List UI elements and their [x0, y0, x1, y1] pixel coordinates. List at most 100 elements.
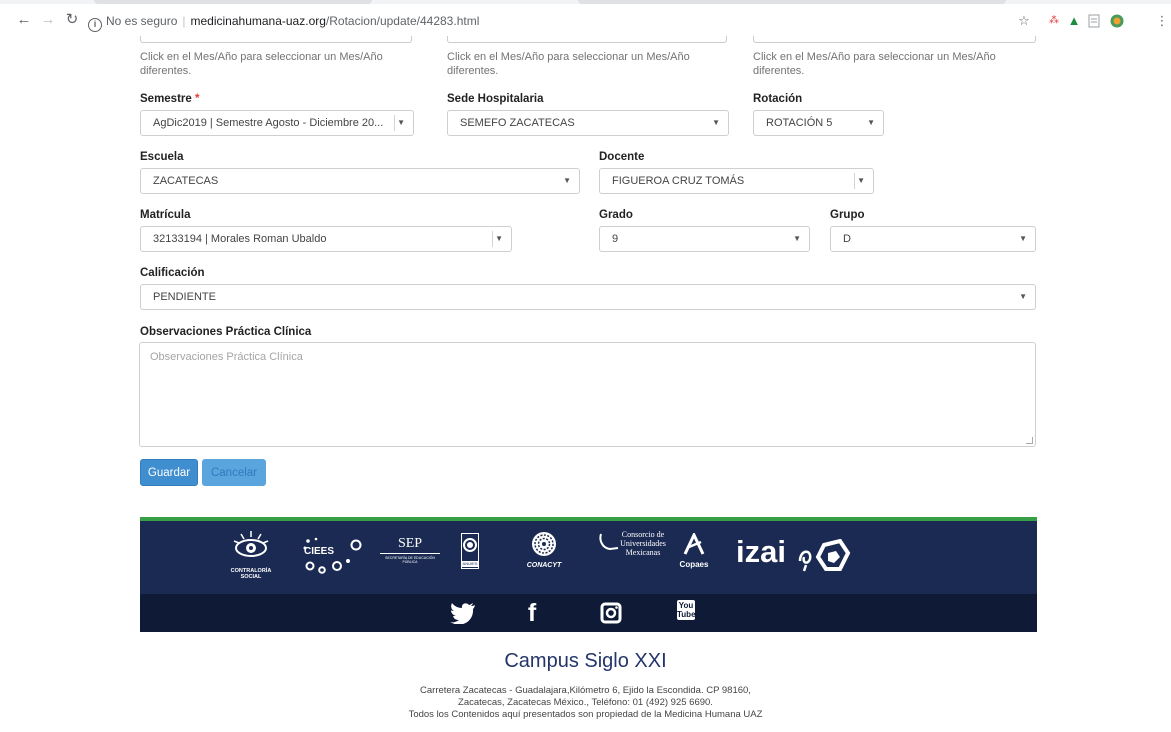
- cancel-button[interactable]: Cancelar: [202, 459, 266, 486]
- month-year-input-partial[interactable]: [753, 36, 1036, 43]
- browser-tab[interactable]: [578, 0, 1006, 4]
- back-icon[interactable]: ←: [16, 12, 32, 28]
- address-line: Carretera Zacatecas - Guadalajara,Kilóme…: [420, 685, 751, 696]
- izai-logo[interactable]: izai: [736, 535, 796, 569]
- instagram-icon[interactable]: [600, 602, 622, 624]
- divider: [380, 553, 440, 554]
- sep-logo[interactable]: SEP SECRETARÍA DE EDUCACIÓN PÚBLICA: [380, 537, 440, 564]
- grado-value: 9: [612, 233, 619, 245]
- sede-label: Sede Hospitalaria: [447, 93, 544, 105]
- chevron-down-icon: ▼: [867, 118, 875, 127]
- divider: |: [182, 14, 186, 28]
- footer-logos-bar: CONTRALORÍA SOCIAL CIEES SEP SECRETARÍA …: [140, 521, 1037, 594]
- izai-symbol-icon: [796, 538, 866, 573]
- docente-label: Docente: [599, 151, 645, 163]
- save-button[interactable]: Guardar: [140, 459, 198, 486]
- profile-avatar-icon[interactable]: [1110, 14, 1124, 28]
- sede-select[interactable]: SEMEFO ZACATECAS ▼: [447, 110, 729, 136]
- calificacion-label: Calificación: [140, 267, 205, 279]
- youtube-text: You Tube: [677, 600, 696, 620]
- month-year-input-partial[interactable]: [447, 36, 727, 43]
- help-text: Click en el Mes/Año para seleccionar un …: [447, 51, 690, 77]
- chevron-down-icon: ▼: [1019, 292, 1027, 301]
- star-icon[interactable]: ☆: [1017, 14, 1031, 28]
- divider: [854, 173, 855, 189]
- footer-social-bar: f You Tube: [140, 594, 1037, 632]
- chevron-down-icon: ▼: [857, 176, 865, 185]
- extension-icon[interactable]: ⁂: [1047, 14, 1061, 28]
- ciees-text: CIEES: [304, 546, 335, 557]
- browser-tab[interactable]: [94, 0, 372, 4]
- grado-select[interactable]: 9 ▼: [599, 226, 810, 252]
- address-line: Zacatecas, Zacatecas México., Teléfono: …: [458, 697, 713, 708]
- escuela-value: ZACATECAS: [153, 175, 219, 187]
- chevron-down-icon: ▼: [495, 234, 503, 243]
- cum-logo[interactable]: Consorcio de Universidades Mexicanas: [598, 530, 678, 566]
- help-text: Click en el Mes/Año para seleccionar un …: [753, 51, 996, 77]
- conacyt-logo[interactable]: CONACYT: [524, 531, 564, 570]
- drive-icon[interactable]: ▲: [1067, 14, 1081, 28]
- required-mark: *: [195, 93, 200, 105]
- twitter-icon[interactable]: [450, 602, 476, 625]
- facebook-icon[interactable]: f: [524, 599, 540, 627]
- sep-subtext: SECRETARÍA DE EDUCACIÓN PÚBLICA: [385, 556, 435, 564]
- grado-label: Grado: [599, 209, 633, 221]
- divider: [394, 115, 395, 131]
- semestre-value: AgDic2019 | Semestre Agosto - Diciembre …: [153, 117, 384, 129]
- forward-icon[interactable]: →: [40, 12, 56, 28]
- chevron-down-icon: ▼: [397, 118, 405, 127]
- escuela-label: Escuela: [140, 151, 184, 163]
- anuies-text: ANUIES: [462, 561, 478, 567]
- anuies-logo[interactable]: ANUIES: [461, 533, 479, 569]
- cum-text: Consorcio de Universidades Mexicanas: [620, 530, 666, 557]
- grupo-select[interactable]: D ▼: [830, 226, 1036, 252]
- chevron-down-icon: ▼: [563, 176, 571, 185]
- rotacion-label: Rotación: [753, 93, 803, 105]
- help-text: Click en el Mes/Año para seleccionar un …: [140, 51, 383, 77]
- youtube-icon[interactable]: You Tube: [677, 600, 696, 626]
- docente-value: FIGUEROA CRUZ TOMÁS: [612, 175, 745, 187]
- grupo-label: Grupo: [830, 209, 865, 221]
- copaes-text: Copaes: [679, 560, 709, 569]
- conacyt-text: CONACYT: [526, 562, 562, 569]
- chevron-down-icon: ▼: [1019, 234, 1027, 243]
- chevron-down-icon: ▼: [793, 234, 801, 243]
- divider: [492, 231, 493, 247]
- chevron-down-icon: ▼: [712, 118, 720, 127]
- observaciones-label: Observaciones Práctica Clínica: [140, 326, 312, 338]
- resize-handle-icon[interactable]: [1026, 437, 1033, 444]
- matricula-label: Matrícula: [140, 209, 191, 221]
- semestre-select[interactable]: AgDic2019 | Semestre Agosto - Diciembre …: [140, 110, 414, 136]
- sep-text: SEP: [397, 536, 423, 551]
- rotacion-select[interactable]: ROTACIÓN 5 ▼: [753, 110, 884, 136]
- month-year-input-partial[interactable]: [140, 36, 412, 43]
- security-label: No es seguro: [106, 14, 178, 28]
- copyright-text: Todos los Contenidos aquí presentados so…: [408, 709, 763, 720]
- matricula-value: 32133194 | Morales Roman Ubaldo: [153, 233, 327, 245]
- document-icon[interactable]: [1087, 14, 1101, 28]
- sede-value: SEMEFO ZACATECAS: [460, 117, 575, 129]
- address-bar[interactable]: i No es seguro | medicinahumana-uaz.org/Rot…: [88, 9, 1048, 33]
- campus-title: Campus Siglo XXI: [504, 650, 667, 672]
- docente-select[interactable]: FIGUEROA CRUZ TOMÁS ▼: [599, 168, 874, 194]
- info-icon[interactable]: i: [88, 18, 102, 32]
- calificacion-select[interactable]: PENDIENTE ▼: [140, 284, 1036, 310]
- url-path: /Rotacion/update/44283.html: [325, 14, 480, 28]
- contraloria-text: CONTRALORÍA SOCIAL: [230, 568, 272, 580]
- izai-text: izai: [736, 534, 786, 569]
- rotacion-value: ROTACIÓN 5: [766, 117, 833, 129]
- escuela-select[interactable]: ZACATECAS ▼: [140, 168, 580, 194]
- reload-icon[interactable]: ↻: [64, 12, 80, 28]
- copaes-logo[interactable]: Copaes: [676, 531, 712, 569]
- browser-toolbar: ← → ↻ i No es seguro | medicinahumana-uaz.o…: [0, 0, 1171, 36]
- contraloria-social-logo[interactable]: CONTRALORÍA SOCIAL: [226, 529, 276, 580]
- observaciones-placeholder: Observaciones Práctica Clínica: [150, 351, 303, 363]
- calificacion-value: PENDIENTE: [153, 291, 216, 303]
- grupo-value: D: [843, 233, 851, 245]
- menu-icon[interactable]: ⋮: [1155, 14, 1169, 28]
- url-host: medicinahumana-uaz.org: [190, 14, 326, 28]
- semestre-label: Semestre *: [140, 93, 200, 105]
- observaciones-textarea[interactable]: Observaciones Práctica Clínica: [139, 342, 1036, 447]
- matricula-select[interactable]: 32133194 | Morales Roman Ubaldo ▼: [140, 226, 512, 252]
- ciees-logo[interactable]: CIEES: [300, 535, 364, 575]
